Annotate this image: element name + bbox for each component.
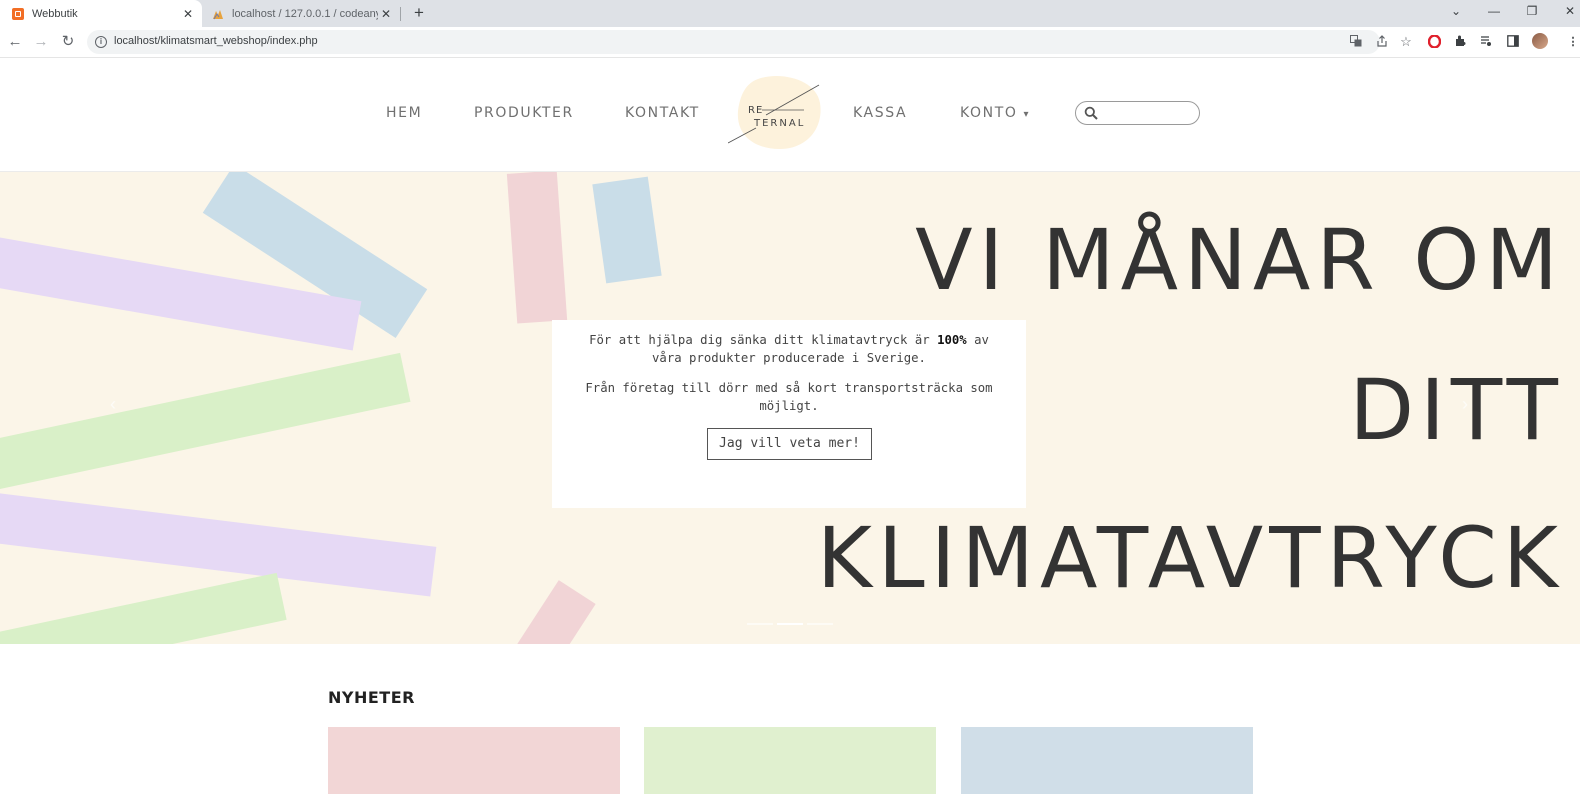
nav-hem[interactable]: HEM	[386, 105, 422, 121]
decor-stripe-mint	[0, 352, 411, 492]
hero-info-card: För att hjälpa dig sänka ditt klimatavtr…	[552, 320, 1026, 508]
site-logo[interactable]: RE TERNAL	[727, 73, 824, 153]
tab-search-dropdown-icon[interactable]: ⌄	[1448, 4, 1464, 18]
close-window-button[interactable]: ✕	[1562, 4, 1578, 18]
new-tab-button[interactable]: +	[409, 3, 429, 23]
carousel-indicator-active[interactable]	[777, 623, 803, 625]
restore-button[interactable]: ❐	[1524, 4, 1540, 18]
logo-text-ternal: TERNAL	[753, 118, 805, 129]
xampp-favicon-icon	[12, 7, 24, 20]
decor-stripe-blue	[592, 176, 662, 284]
phpmyadmin-favicon-icon	[212, 8, 224, 20]
hero-text-1: För att hjälpa dig sänka ditt klimatavtr…	[589, 333, 989, 365]
chevron-down-icon: ▾	[1023, 109, 1029, 120]
news-section-title: NYHETER	[328, 688, 415, 707]
media-control-icon[interactable]	[1479, 35, 1493, 49]
extensions-icon[interactable]	[1453, 35, 1467, 49]
nav-kontakt[interactable]: KONTAKT	[625, 105, 700, 121]
hero-title-line-3: KLIMATAVTRYCK	[816, 509, 1564, 607]
back-button[interactable]: ←	[6, 33, 24, 51]
opera-icon[interactable]	[1427, 34, 1441, 49]
carousel-prev-icon[interactable]: ‹	[110, 394, 116, 415]
decor-stripe-lavender	[0, 491, 437, 597]
side-panel-icon[interactable]	[1506, 35, 1520, 49]
decor-stripe-pink	[506, 172, 568, 324]
tab-separator	[400, 7, 401, 21]
hero-carousel: VI MÅNAR OM DITT KLIMATAVTRYCK För att h…	[0, 172, 1580, 644]
carousel-indicator[interactable]	[747, 623, 773, 625]
menu-icon[interactable]: ⋮	[1566, 35, 1580, 49]
browser-toolbar: ← → ↻ i localhost/klimatsmart_webshop/in…	[0, 27, 1580, 58]
minimize-button[interactable]: —	[1486, 4, 1502, 18]
url-text[interactable]: localhost/klimatsmart_webshop/index.php	[114, 35, 318, 47]
browser-tab-bar: Webbutik ✕ localhost / 127.0.0.1 / codea…	[0, 0, 1580, 27]
hero-title-line-1: VI MÅNAR OM	[915, 211, 1564, 309]
reload-button[interactable]: ↻	[59, 33, 77, 51]
site-header: HEM PRODUKTER KONTAKT RE TERNAL KASSA KO…	[0, 58, 1580, 172]
bookmark-star-icon[interactable]: ☆	[1399, 35, 1413, 49]
hero-text-2: Från företag till dörr med så kort trans…	[585, 381, 993, 413]
learn-more-button[interactable]: Jag vill veta mer!	[707, 428, 872, 460]
translate-icon[interactable]	[1349, 35, 1363, 49]
decor-stripe-mint	[0, 572, 287, 644]
tab-title: Webbutik	[32, 7, 78, 20]
profile-avatar[interactable]	[1532, 33, 1548, 49]
close-tab-icon[interactable]: ✕	[180, 7, 196, 21]
address-bar[interactable]: i localhost/klimatsmart_webshop/index.ph…	[87, 30, 1412, 54]
nav-kassa[interactable]: KASSA	[853, 105, 907, 121]
carousel-next-icon[interactable]: ›	[1462, 394, 1468, 415]
nav-konto-label: KONTO	[960, 105, 1018, 121]
product-card[interactable]	[328, 727, 620, 794]
tab-title: localhost / 127.0.0.1 / codeanyw	[232, 7, 378, 20]
logo-text-re: RE	[748, 105, 763, 116]
tab-webbutik[interactable]: Webbutik ✕	[0, 0, 202, 27]
search-input[interactable]	[1075, 101, 1200, 125]
nav-produkter[interactable]: PRODUKTER	[474, 105, 574, 121]
highlight-percent: 100%	[937, 333, 967, 347]
product-card[interactable]	[961, 727, 1253, 794]
nav-konto[interactable]: KONTO ▾	[960, 105, 1029, 121]
share-icon[interactable]	[1375, 35, 1389, 49]
site-info-icon[interactable]: i	[95, 36, 107, 48]
carousel-indicator[interactable]	[807, 623, 833, 625]
product-card[interactable]	[644, 727, 936, 794]
close-tab-icon[interactable]: ✕	[378, 7, 394, 21]
tab-phpmyadmin[interactable]: localhost / 127.0.0.1 / codeanyw ✕	[204, 0, 400, 27]
hero-title-line-2: DITT	[1349, 361, 1564, 459]
decor-stripe-pink	[504, 580, 596, 644]
search-icon	[1084, 106, 1098, 120]
forward-button[interactable]: →	[32, 33, 50, 51]
carousel-indicators	[747, 623, 833, 627]
